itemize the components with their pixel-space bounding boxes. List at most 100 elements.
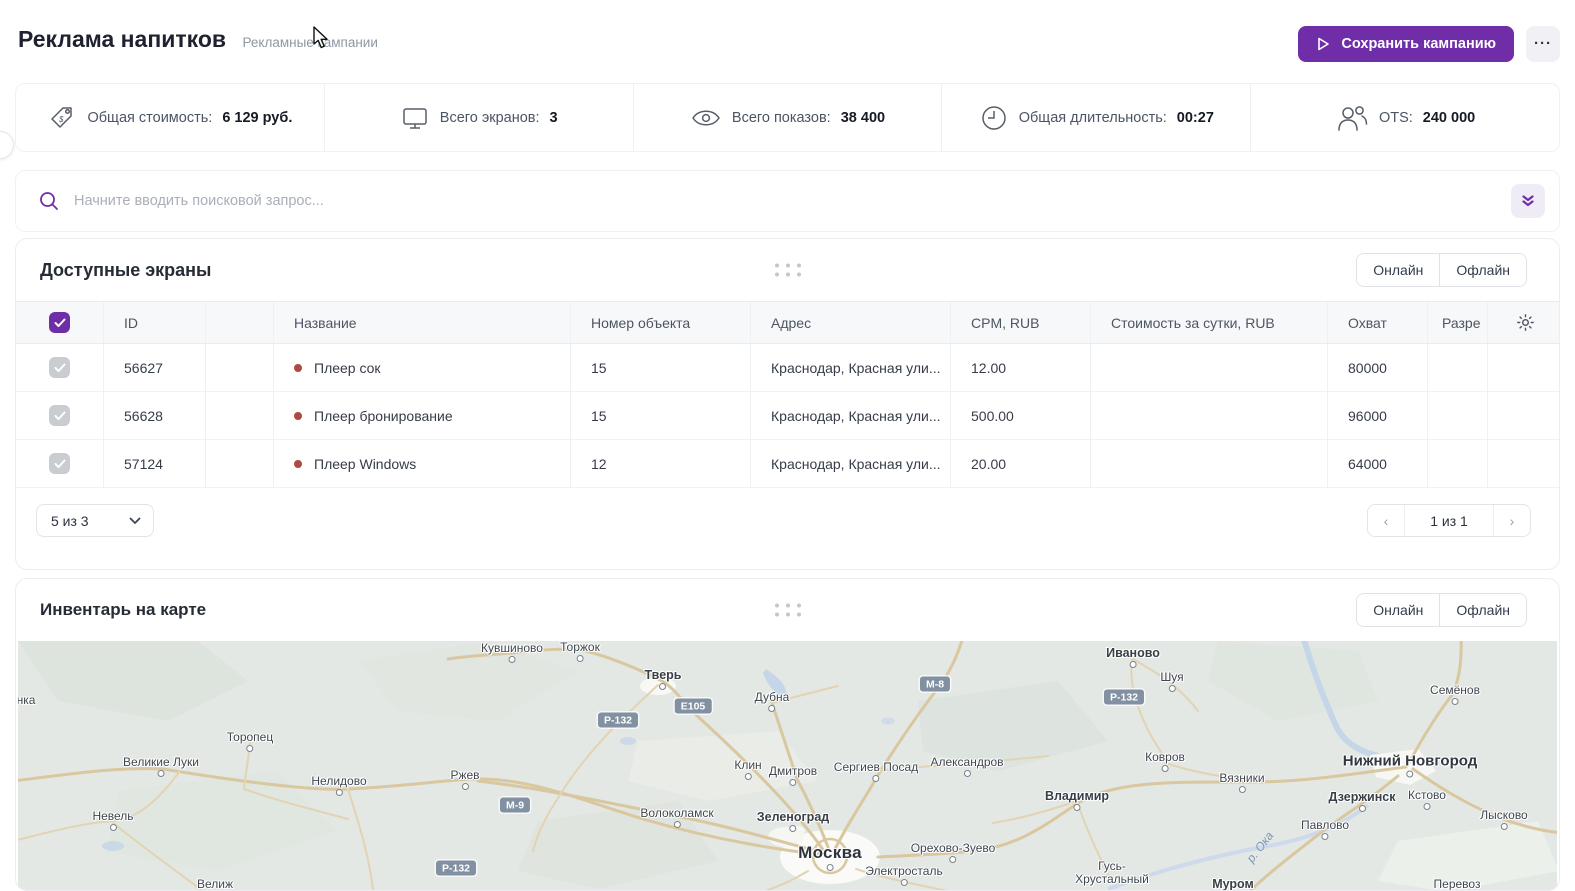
cell-object-number: 15 [571, 344, 751, 391]
chevron-down-icon [129, 517, 141, 525]
cell-cpm: 20.00 [951, 440, 1091, 487]
road-badge: М-8 [920, 677, 950, 692]
cell-name: Плеер Windows [274, 440, 571, 487]
cell-actions [1488, 440, 1559, 487]
road-badge: М-9 [500, 798, 530, 813]
clock-icon [979, 103, 1009, 133]
page-indicator: 1 из 1 [1404, 505, 1494, 536]
row-checkbox[interactable] [49, 453, 70, 474]
map-label: Муром [1212, 877, 1254, 890]
column-header-address: Адрес [751, 302, 951, 343]
play-icon [1316, 36, 1331, 52]
page-header: Реклама напитков Рекламные кампании Сохр… [18, 26, 1560, 70]
stat-total-screens: Всего экранов: 3 [324, 84, 633, 151]
offline-button[interactable]: Офлайн [1440, 594, 1526, 626]
cell-object-number: 15 [571, 392, 751, 439]
screen-name: Плеер бронирование [314, 408, 453, 424]
map-label: Нижний Новгород [1343, 753, 1477, 770]
row-checkbox-cell [16, 440, 104, 487]
stat-value: 00:27 [1177, 110, 1214, 126]
svg-text:$: $ [58, 115, 64, 124]
drag-handle-icon[interactable] [775, 604, 801, 617]
map-label: Гусь- [1098, 859, 1126, 873]
column-header-empty [206, 302, 274, 343]
column-header-name: Название [274, 302, 571, 343]
cell-reach: 64000 [1328, 440, 1428, 487]
people-icon [1335, 104, 1369, 132]
inventory-map-panel: Инвентарь на карте Онлайн Офлайн [15, 578, 1560, 891]
cell-resolution [1428, 344, 1488, 391]
inventory-map-header: Инвентарь на карте Онлайн Офлайн [16, 579, 1559, 641]
cell-empty [206, 344, 274, 391]
online-offline-toggle: Онлайн Офлайн [1356, 253, 1527, 287]
map-label: нка [18, 693, 35, 707]
page-title: Реклама напитков [18, 26, 226, 53]
stat-total-duration: Общая длительность: 00:27 [941, 84, 1250, 151]
stat-label: Общая стоимость: [87, 110, 212, 126]
cell-resolution [1428, 392, 1488, 439]
map-label: Шуя [1160, 670, 1183, 684]
search-input[interactable] [74, 193, 1511, 209]
double-chevron-down-icon [1520, 193, 1536, 209]
map-label: Великие Луки [123, 755, 199, 769]
map-label: Иваново [1106, 646, 1160, 660]
gear-icon[interactable] [1515, 312, 1536, 333]
cell-cpm: 12.00 [951, 344, 1091, 391]
status-dot-icon [294, 460, 302, 468]
next-page-button[interactable]: › [1494, 505, 1530, 536]
status-dot-icon [294, 412, 302, 420]
map-label: Хрустальный [1075, 872, 1149, 886]
table-row[interactable]: 57124 Плеер Windows 12 Краснодар, Красна… [16, 440, 1559, 488]
online-button[interactable]: Онлайн [1357, 254, 1440, 286]
map-label: Лысково [1480, 808, 1527, 822]
pagination: ‹ 1 из 1 › [1367, 504, 1531, 537]
offline-button[interactable]: Офлайн [1440, 254, 1526, 286]
save-campaign-button[interactable]: Сохранить кампанию [1298, 26, 1514, 62]
column-header-cpm: CPM, RUB [951, 302, 1091, 343]
map-canvas[interactable]: Кувшиново Торжок Тверь Дубна Иваново Шуя… [18, 641, 1557, 890]
map-label: Клин [734, 758, 761, 772]
table-row[interactable]: 56627 Плеер сок 15 Краснодар, Красная ул… [16, 344, 1559, 392]
cell-object-number: 12 [571, 440, 751, 487]
map-label: Ржев [450, 768, 479, 782]
screen-name: Плеер сок [314, 360, 381, 376]
cell-name: Плеер сок [274, 344, 571, 391]
cell-name: Плеер бронирование [274, 392, 571, 439]
map-label: Дубна [755, 690, 790, 704]
select-all-checkbox[interactable] [49, 312, 70, 333]
cell-empty [206, 440, 274, 487]
status-dot-icon [294, 364, 302, 372]
row-checkbox[interactable] [49, 357, 70, 378]
cell-resolution [1428, 440, 1488, 487]
cell-daily-cost [1091, 344, 1328, 391]
table-row[interactable]: 56628 Плеер бронирование 15 Краснодар, К… [16, 392, 1559, 440]
cell-address: Краснодар, Красная ули... [751, 392, 951, 439]
page-size-select[interactable]: 5 из 3 [36, 504, 154, 537]
stat-total-cost: $ Общая стоимость: 6 129 руб. [16, 84, 324, 151]
cell-actions [1488, 392, 1559, 439]
table-settings-cell [1488, 302, 1559, 343]
cell-address: Краснодар, Красная ули... [751, 344, 951, 391]
stats-bar: $ Общая стоимость: 6 129 руб. Всего экра… [15, 83, 1560, 152]
page-size-value: 5 из 3 [51, 513, 89, 529]
online-button[interactable]: Онлайн [1357, 594, 1440, 626]
expand-filters-button[interactable] [1511, 184, 1545, 218]
search-bar [15, 170, 1560, 232]
cell-daily-cost [1091, 392, 1328, 439]
header-actions: Сохранить кампанию ··· [1298, 26, 1560, 62]
map-label: Кстово [1408, 788, 1446, 802]
panel-title: Инвентарь на карте [40, 600, 206, 620]
road-badge: Р-132 [436, 861, 476, 876]
cell-id: 57124 [104, 440, 206, 487]
map-label: Невель [92, 809, 133, 823]
panel-title: Доступные экраны [40, 260, 211, 281]
sidebar-collapse-handle[interactable] [0, 131, 14, 159]
row-checkbox[interactable] [49, 405, 70, 426]
column-header-id: ID [104, 302, 206, 343]
stat-value: 240 000 [1423, 110, 1475, 126]
more-actions-button[interactable]: ··· [1526, 26, 1560, 62]
column-header-daily-cost: Стоимость за сутки, RUB [1091, 302, 1328, 343]
prev-page-button[interactable]: ‹ [1368, 505, 1404, 536]
drag-handle-icon[interactable] [775, 264, 801, 277]
available-screens-header: Доступные экраны Онлайн Офлайн [16, 239, 1559, 301]
